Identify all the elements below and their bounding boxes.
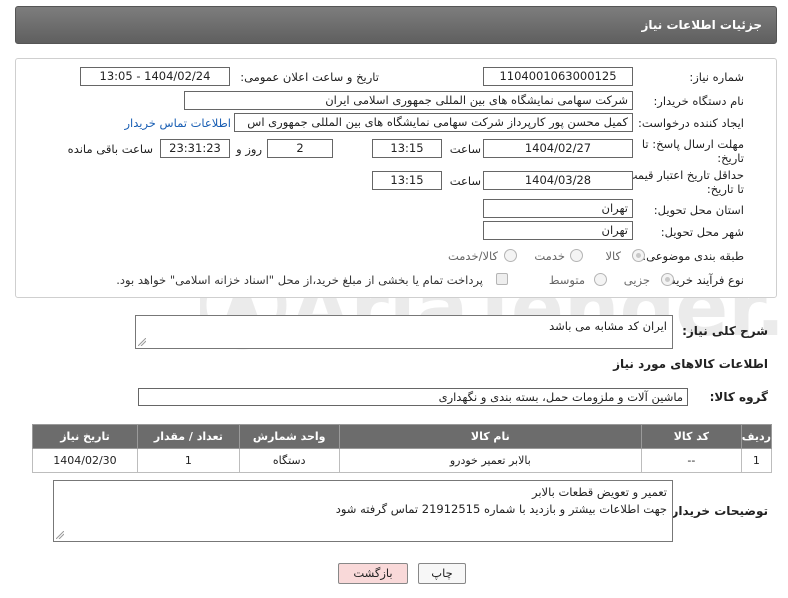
price-validity-label: حداقل تاریخ اعتبار قیمت: <box>622 168 744 182</box>
category-service-radio[interactable] <box>570 249 583 262</box>
print-button[interactable]: چاپ <box>418 563 466 584</box>
col-unit: واحد شمارش <box>238 424 340 449</box>
city-field: تهران <box>483 221 633 240</box>
category-goods-radio[interactable] <box>632 249 645 262</box>
city-label: شهر محل تحویل: <box>660 225 744 239</box>
requester-label: ایجاد کننده درخواست: <box>638 116 744 130</box>
announce-label: تاریخ و ساعت اعلان عمومی: <box>240 70 379 84</box>
treasury-payment-note: پرداخت تمام یا بخشی از مبلغ خرید،از محل … <box>116 273 483 287</box>
goods-section-title: اطلاعات کالاهای مورد نیاز <box>613 357 768 371</box>
reply-deadline-label-2: تاریخ: <box>717 151 744 165</box>
goods-group-field: ماشین آلات و ملزومات حمل، بسته بندی و نگ… <box>138 388 688 406</box>
need-description-label: شرح کلی نیاز: <box>682 324 768 338</box>
price-validity-label-2: تا تاریخ: <box>706 182 744 196</box>
goods-table-header-row: ردیف کد کالا نام کالا واحد شمارش تعداد /… <box>32 424 773 449</box>
col-item-name: نام کالا <box>338 424 642 449</box>
reply-time-label: ساعت <box>449 142 481 156</box>
buyer-org-field: شرکت سهامی نمایشگاه های بین المللی جمهور… <box>184 91 633 110</box>
price-validity-time-field: 13:15 <box>372 171 442 190</box>
cell-row-number: 1 <box>740 448 773 473</box>
cell-quantity: 1 <box>136 448 240 473</box>
remaining-time-field: 23:31:23 <box>160 139 230 158</box>
category-goods-label: کالا <box>605 249 621 263</box>
process-minor-radio[interactable] <box>661 273 674 286</box>
reply-deadline-label: مهلت ارسال پاسخ: تا <box>641 137 744 151</box>
col-quantity: تعداد / مقدار <box>136 424 240 449</box>
province-label: استان محل تحویل: <box>653 203 744 217</box>
cell-need-date: 1404/02/30 <box>32 448 138 473</box>
process-medium-radio[interactable] <box>594 273 607 286</box>
announce-field: 1404/02/24 - 13:05 <box>80 67 230 86</box>
category-goods-service-radio[interactable] <box>504 249 517 262</box>
resize-grip-icon[interactable] <box>56 531 64 539</box>
resize-grip-icon[interactable] <box>138 338 146 346</box>
back-button[interactable]: بازگشت <box>338 563 408 584</box>
col-item-code: کد کالا <box>640 424 742 449</box>
page-title: جزئیات اطلاعات نیاز <box>641 18 762 32</box>
need-description-text: ایران کد مشابه می باشد <box>549 319 667 333</box>
treasury-payment-checkbox[interactable] <box>496 273 508 285</box>
days-label: روز و <box>236 142 262 156</box>
buyer-notes-line-1: تعمیر و تعویض قطعات بالابر <box>532 485 667 499</box>
goods-table: ردیف کد کالا نام کالا واحد شمارش تعداد /… <box>32 424 773 473</box>
process-minor-label: جزیی <box>623 273 650 287</box>
buyer-notes-field: تعمیر و تعویض قطعات بالابر جهت اطلاعات ب… <box>53 480 673 542</box>
buyer-contact-link[interactable]: اطلاعات تماس خریدار <box>124 116 231 130</box>
category-label: طبقه بندی موضوعی: <box>642 249 744 263</box>
need-description-field: ایران کد مشابه می باشد <box>135 315 673 349</box>
category-goods-service-label: کالا/خدمت <box>447 249 498 263</box>
category-service-label: خدمت <box>534 249 565 263</box>
buyer-notes-label: توضیحات خریدار: <box>666 504 768 518</box>
need-number-field: 1104001063000125 <box>483 67 633 86</box>
col-row-number: ردیف <box>740 424 773 449</box>
cell-item-code: -- <box>640 448 742 473</box>
cell-unit: دستگاه <box>238 448 340 473</box>
reply-days-field: 2 <box>267 139 333 158</box>
requester-field: کمیل محسن پور کارپرداز شرکت سهامی نمایشگ… <box>234 113 633 132</box>
need-number-label: شماره نیاز: <box>689 70 744 84</box>
cell-item-name: بالابر تعمیر خودرو <box>338 448 642 473</box>
goods-group-label: گروه کالا: <box>709 390 768 404</box>
reply-date-field: 1404/02/27 <box>483 139 633 158</box>
table-row[interactable]: 1 -- بالابر تعمیر خودرو دستگاه 1 1404/02… <box>32 448 773 473</box>
col-need-date: تاریخ نیاز <box>32 424 138 449</box>
process-medium-label: متوسط <box>548 273 585 287</box>
buyer-org-label: نام دستگاه خریدار: <box>653 94 744 108</box>
remaining-label: ساعت باقی مانده <box>67 142 153 156</box>
buyer-notes-line-2: جهت اطلاعات بیشتر و بازدید با شماره 2191… <box>335 502 667 516</box>
price-validity-time-label: ساعت <box>449 174 481 188</box>
process-type-label: نوع فرآیند خرید : <box>662 273 744 287</box>
price-validity-date-field: 1404/03/28 <box>483 171 633 190</box>
reply-time-field: 13:15 <box>372 139 442 158</box>
province-field: تهران <box>483 199 633 218</box>
page-header: جزئیات اطلاعات نیاز <box>15 6 777 44</box>
